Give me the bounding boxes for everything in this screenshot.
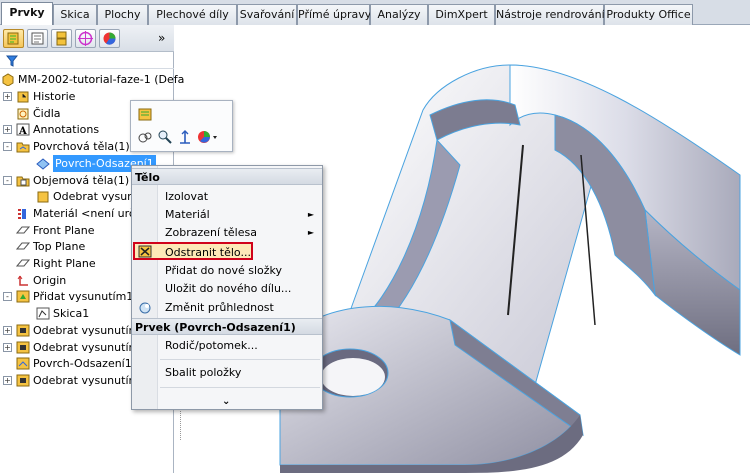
expand-icon[interactable]: + (3, 375, 12, 385)
menu-item-pridat-do-nove-slozky[interactable]: Přidat do nové složky (132, 262, 322, 280)
delete-body-icon (138, 245, 152, 258)
plane-icon (16, 242, 30, 250)
expand-icon[interactable]: + (3, 125, 12, 135)
sketch-icon (36, 307, 50, 320)
solid-body-icon (37, 191, 49, 203)
tab-produkty-office[interactable]: Produkty Office (604, 4, 693, 25)
tree-item-label: Povrch-Odsazení1 (33, 357, 132, 371)
plane-icon (16, 259, 30, 267)
tree-item-label: Materiál <není urče (33, 206, 142, 220)
tree-item-label: Top Plane (33, 240, 86, 254)
annotations-icon: A (16, 123, 30, 136)
menu-item-ulozit-do-noveho-dilu[interactable]: Uložit do nového dílu... (132, 280, 322, 298)
tab-skica[interactable]: Skica (53, 4, 97, 25)
plane-icon (16, 226, 30, 234)
submenu-arrow-icon: ► (307, 210, 314, 219)
dimxpert-manager-icon[interactable] (75, 29, 96, 48)
tree-item-label: Odebrat vysunutím (33, 323, 140, 337)
tree-item-label: Objemová těla(1) (33, 173, 130, 187)
tab-dimxpert[interactable]: DimXpert (428, 4, 495, 25)
tree-item-label: Front Plane (33, 223, 95, 237)
more-tabs-button[interactable]: » (158, 31, 165, 45)
context-toolbar (130, 100, 233, 152)
menu-item-sbalit-polozky[interactable]: Sbalit položky (132, 364, 322, 382)
hide-show-icon[interactable] (137, 129, 153, 145)
tree-item-label: Odebrat vysunutím (33, 340, 140, 354)
menu-item-rodic-potomek[interactable]: Rodič/potomek... (132, 337, 322, 355)
zoom-to-selection-icon[interactable] (157, 129, 173, 145)
tree-item-label: Odebrat vysunutím (33, 373, 140, 387)
panel-toolbar: » (0, 25, 174, 52)
tree-root-part[interactable]: MM-2002-tutorial-faze-1 (Defa (0, 71, 184, 88)
origin-icon (17, 275, 28, 286)
transparency-icon (139, 302, 151, 314)
tab-prvky[interactable]: Prvky (1, 2, 53, 26)
tree-item-label: Přidat vysunutím1 (33, 290, 134, 304)
menu-item-odstranit-telo[interactable]: Odstranit tělo... (133, 242, 253, 260)
property-manager-icon[interactable] (27, 29, 48, 48)
history-icon (17, 91, 29, 103)
cut-extrude-icon (16, 374, 30, 387)
svg-text:A: A (18, 126, 27, 136)
tab-nastroje-rendrovani[interactable]: Nástroje rendrování (495, 4, 605, 25)
normal-to-icon[interactable] (177, 129, 193, 145)
cut-extrude-icon (16, 324, 30, 337)
tree-item-label: Right Plane (33, 257, 96, 270)
filter-icon[interactable] (6, 55, 18, 67)
tree-item-label: Origin (33, 273, 67, 287)
offset-surface-icon (16, 357, 30, 370)
tab-prime-upravy[interactable]: Přímé úpravy (297, 4, 371, 25)
tree-item-label: Čidla (33, 106, 61, 120)
menu-item-zmenit-pruhlednost[interactable]: Změnit průhlednost (132, 299, 322, 317)
tab-plechove-dily[interactable]: Plechové díly (148, 4, 237, 25)
submenu-arrow-icon: ► (307, 228, 314, 237)
menu-header-feature: Prvek (Povrch-Odsazení1) (132, 318, 322, 335)
part-icon (2, 73, 14, 86)
tab-svarovani[interactable]: Svařování (237, 4, 297, 25)
surface-body-icon (36, 158, 50, 170)
feature-manager-icon[interactable] (3, 29, 24, 48)
menu-separator (160, 359, 320, 360)
collapse-icon[interactable]: - (3, 142, 12, 152)
panel-splitter[interactable] (175, 405, 181, 440)
expand-icon[interactable]: + (3, 92, 12, 101)
context-menu: Tělo Izolovat Materiál ► Zobrazení těles… (131, 165, 323, 410)
surface-bodies-folder-icon (16, 142, 30, 153)
edit-feature-icon[interactable] (137, 106, 153, 122)
collapse-icon[interactable]: - (3, 175, 12, 185)
menu-header-body: Tělo (132, 168, 322, 185)
configuration-manager-icon[interactable] (51, 29, 72, 48)
tab-analyzy[interactable]: Analýzy (370, 4, 428, 25)
tree-item-label: Historie (33, 90, 76, 103)
tab-plochy[interactable]: Plochy (97, 4, 148, 25)
menu-separator (160, 387, 320, 388)
menu-item-material[interactable]: Materiál ► (132, 206, 322, 224)
collapse-icon[interactable]: - (3, 292, 12, 302)
tree-item-label: Skica1 (53, 307, 90, 321)
expand-icon[interactable]: + (3, 325, 12, 335)
expand-icon[interactable]: + (3, 342, 12, 352)
menu-item-izolovat[interactable]: Izolovat (132, 188, 322, 206)
expand-menu-chevron-icon[interactable]: ⌄ (222, 396, 230, 407)
tree-item-label: Povrchová těla(1) (33, 140, 130, 154)
cut-extrude-icon (16, 341, 30, 353)
solid-bodies-folder-icon (16, 176, 30, 186)
extrude-icon (16, 290, 30, 303)
filter-row (0, 53, 174, 69)
appearance-icon[interactable] (197, 129, 219, 145)
tree-item-label: Annotations (33, 123, 100, 137)
sensor-icon (17, 108, 29, 120)
command-manager-tabs: Prvky Skica Plochy Plechové díly Svařová… (0, 0, 750, 26)
material-icon (18, 208, 26, 219)
menu-item-zobrazeni-telesa[interactable]: Zobrazení tělesa ► (132, 224, 322, 242)
display-manager-icon[interactable] (99, 29, 120, 48)
